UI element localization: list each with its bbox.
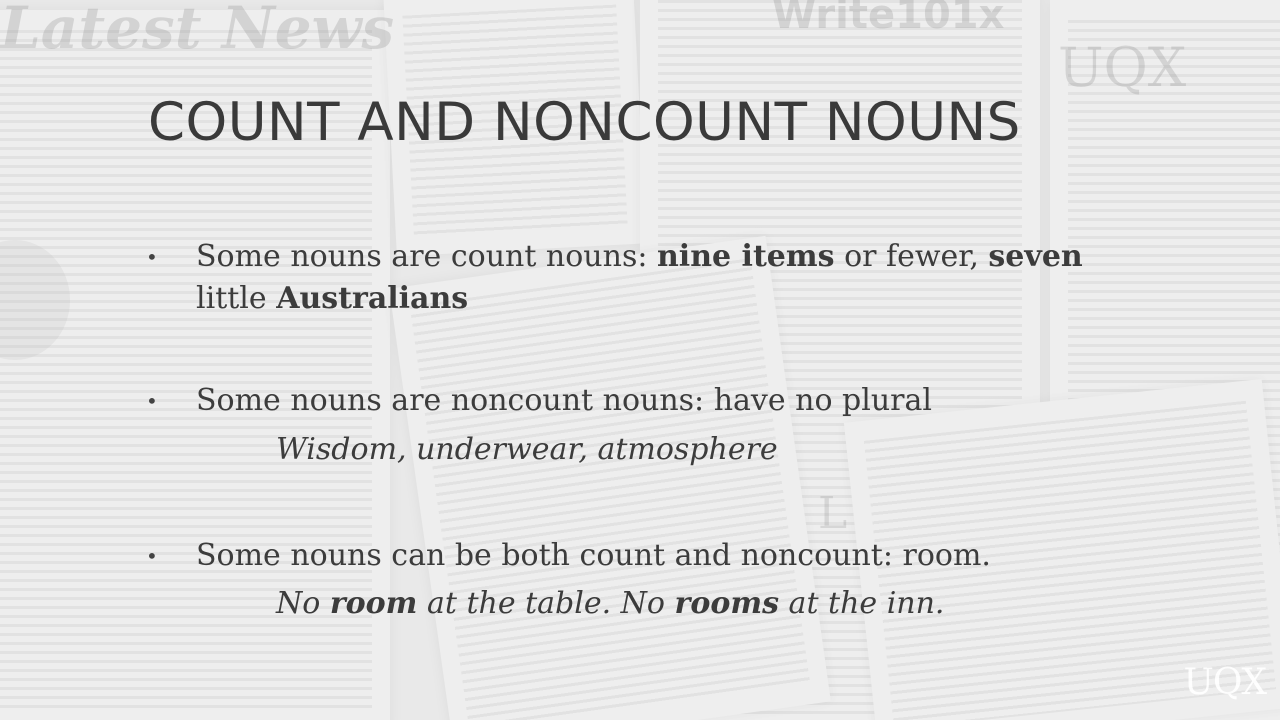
bullet-text: Some nouns are count nouns: nine items o… (196, 239, 1083, 274)
example-noncount: Wisdom, underwear, atmosphere (276, 432, 778, 467)
bullet-text: Some nouns are noncount nouns: have no p… (196, 383, 932, 418)
bullet-dot-icon: • (146, 544, 158, 568)
slide-content: COUNT AND NONCOUNT NOUNS • Some nouns ar… (0, 0, 1280, 720)
uqx-logo: UQX (1183, 662, 1267, 703)
bullet-text: Some nouns can be both count and noncoun… (196, 538, 991, 573)
example-room: No room at the table. No rooms at the in… (276, 586, 945, 621)
bullet-dot-icon: • (146, 245, 158, 269)
slide-title: COUNT AND NONCOUNT NOUNS (148, 92, 1021, 153)
bullet-text-continued: little Australians (196, 281, 469, 316)
bullet-dot-icon: • (146, 389, 158, 413)
